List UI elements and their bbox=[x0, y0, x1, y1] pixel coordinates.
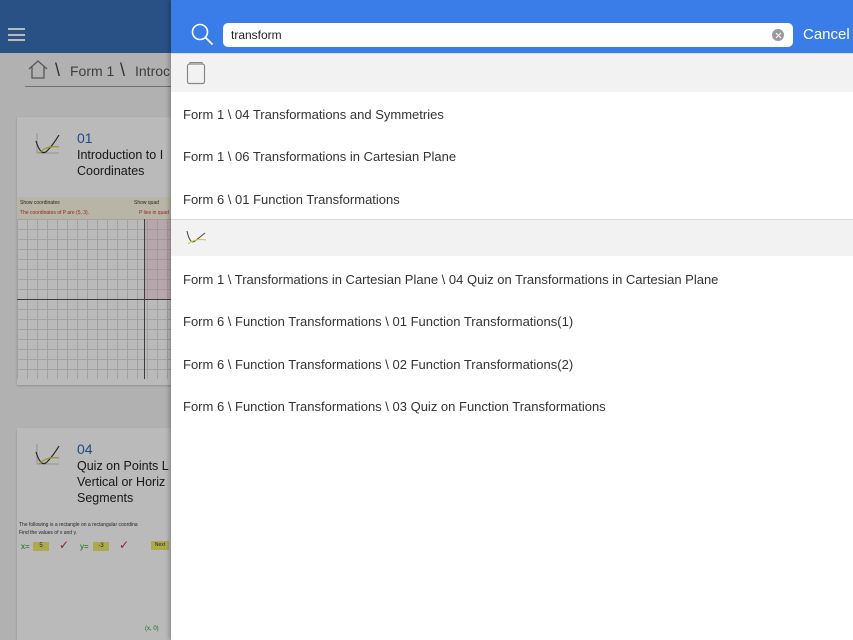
search-result[interactable]: Form 6 \ Function Transformations \ 01 F… bbox=[183, 314, 573, 329]
search-input[interactable] bbox=[231, 23, 751, 47]
cancel-button[interactable]: Cancel bbox=[803, 26, 850, 43]
section-header-lessons bbox=[171, 219, 853, 256]
book-icon bbox=[186, 62, 206, 85]
graph-icon bbox=[186, 230, 207, 245]
search-header: Cancel bbox=[171, 0, 853, 53]
search-result[interactable]: Form 1 \ 06 Transformations in Cartesian… bbox=[183, 149, 456, 164]
search-box bbox=[223, 23, 793, 47]
clear-icon[interactable] bbox=[772, 29, 784, 41]
search-result[interactable]: Form 6 \ Function Transformations \ 02 F… bbox=[183, 357, 573, 372]
search-result[interactable]: Form 1 \ Transformations in Cartesian Pl… bbox=[183, 272, 718, 287]
search-result[interactable]: Form 6 \ Function Transformations \ 03 Q… bbox=[183, 399, 606, 414]
search-result[interactable]: Form 6 \ 01 Function Transformations bbox=[183, 192, 400, 207]
search-result[interactable]: Form 1 \ 04 Transformations and Symmetri… bbox=[183, 107, 444, 122]
search-icon bbox=[191, 23, 213, 45]
search-panel: Cancel Form 1 \ 04 Transformations and S… bbox=[171, 0, 853, 640]
section-header-books bbox=[171, 53, 853, 92]
